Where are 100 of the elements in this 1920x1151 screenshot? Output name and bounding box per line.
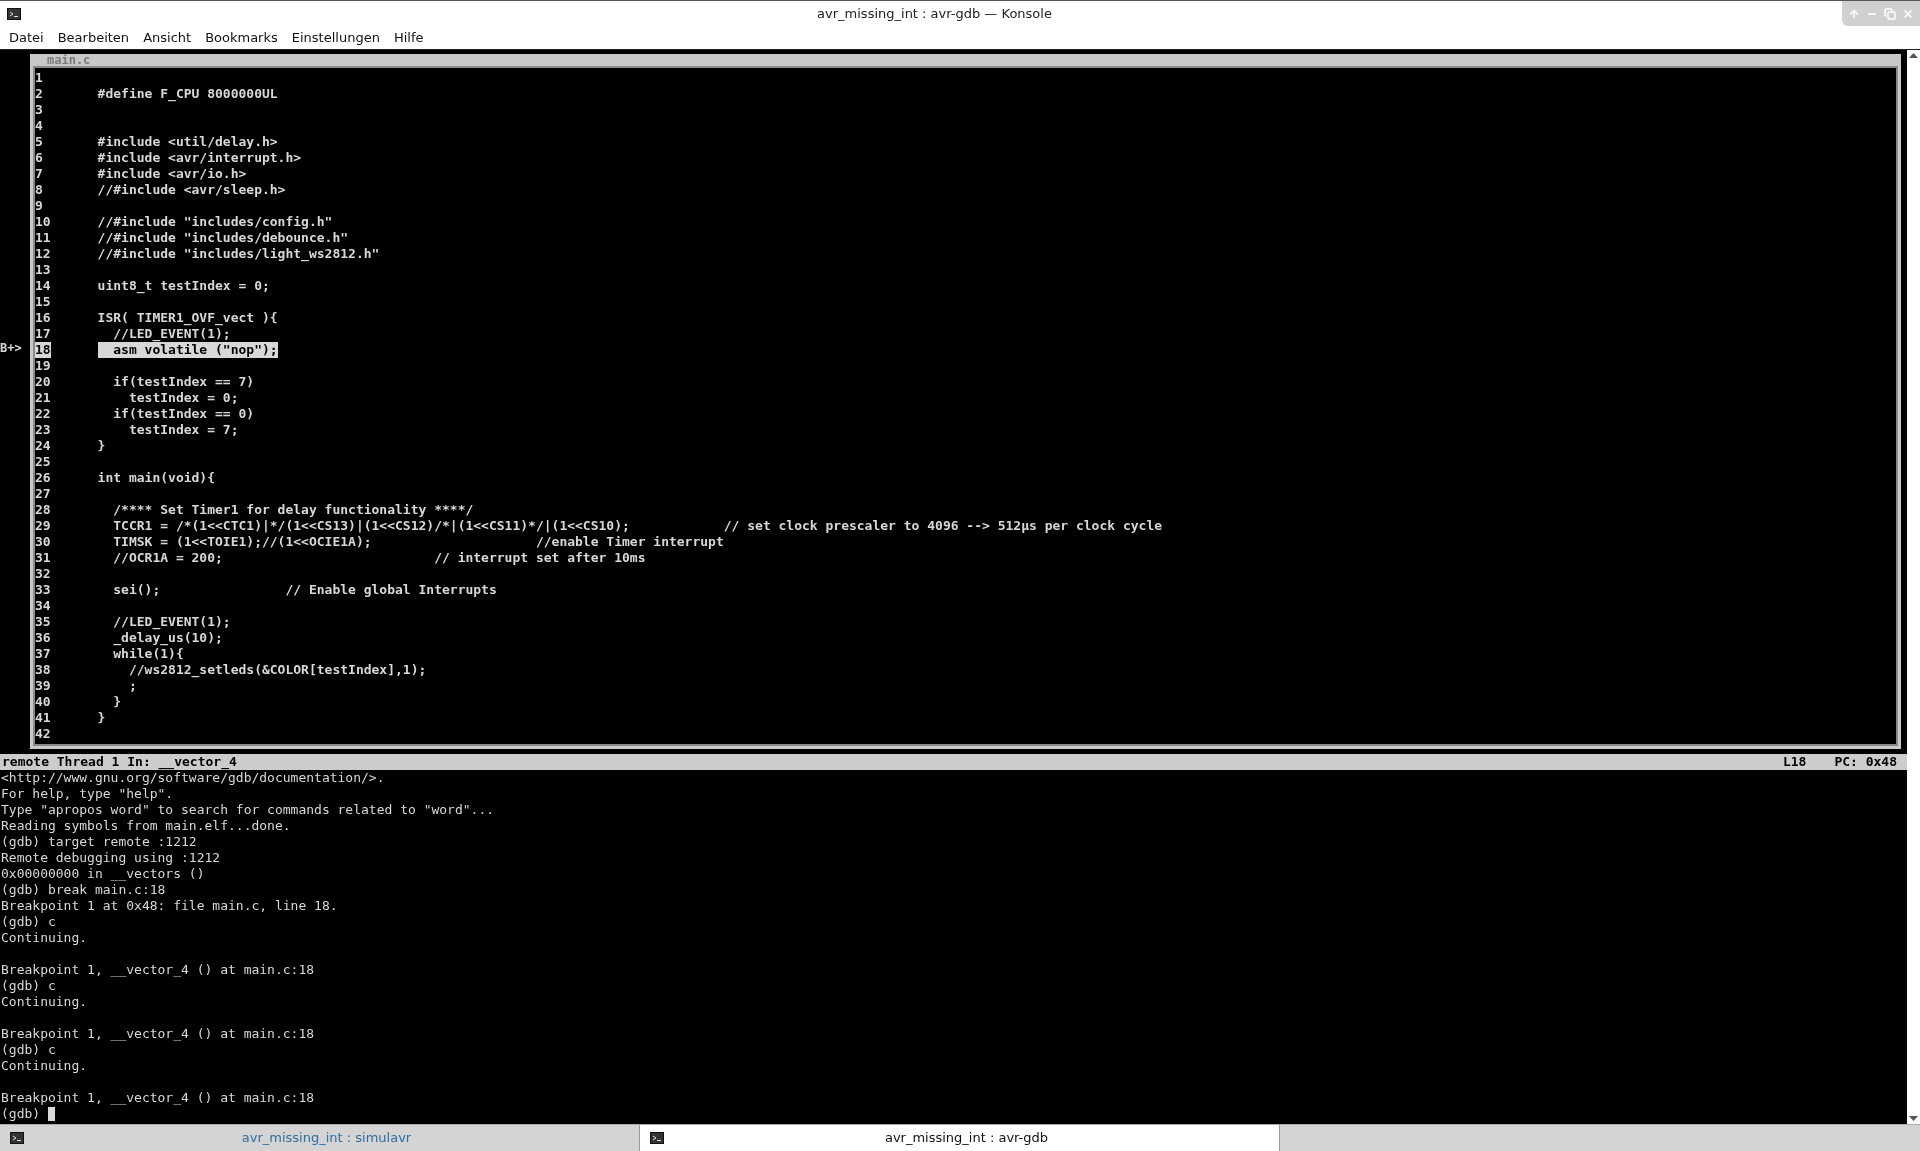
console-line: (gdb) target remote :1212 bbox=[1, 834, 197, 850]
line-number: 16 bbox=[35, 310, 51, 326]
text-cursor bbox=[47, 1107, 55, 1121]
line-number: 8 bbox=[35, 182, 43, 198]
code-line: #include <avr/io.h> bbox=[97, 166, 247, 182]
code-line: uint8_t testIndex = 0; bbox=[97, 278, 270, 294]
terminal-icon bbox=[6, 8, 21, 20]
code-line: #define F_CPU 8000000UL bbox=[97, 86, 278, 102]
source-file-title: main.c bbox=[45, 54, 93, 66]
line-number: 31 bbox=[35, 550, 51, 566]
restore-icon[interactable] bbox=[1884, 7, 1896, 20]
line-number: 4 bbox=[35, 118, 43, 134]
code-line: #include <avr/interrupt.h> bbox=[97, 150, 302, 166]
line-number: 40 bbox=[35, 694, 51, 710]
menu-item[interactable]: Datei bbox=[9, 28, 44, 48]
code-line: //OCR1A = 200; // interrupt set after 10ms bbox=[112, 550, 646, 566]
code-line: sei(); // Enable global Interrupts bbox=[112, 582, 497, 598]
code-line: //#include "includes/debounce.h" bbox=[97, 230, 349, 246]
console-line: (gdb) break main.c:18 bbox=[1, 882, 166, 898]
close-icon[interactable] bbox=[1902, 7, 1914, 20]
line-number: 18 bbox=[35, 342, 51, 358]
console-line: (gdb) c bbox=[1, 1042, 56, 1058]
line-number: 25 bbox=[35, 454, 51, 470]
line-number: 14 bbox=[35, 278, 51, 294]
console-line: Continuing. bbox=[1, 930, 88, 946]
scroll-up-icon[interactable] bbox=[1909, 53, 1918, 58]
line-number: 21 bbox=[35, 390, 51, 406]
line-number: 2 bbox=[35, 86, 43, 102]
console-line: <http://www.gnu.org/software/gdb/documentation/>. bbox=[1, 770, 385, 786]
line-number: 7 bbox=[35, 166, 43, 182]
scrollbar[interactable] bbox=[1907, 50, 1920, 1124]
line-number: 9 bbox=[35, 198, 43, 214]
console-line: Breakpoint 1, __vector_4 () at main.c:18 bbox=[1, 962, 315, 978]
code-line: if(testIndex == 7) bbox=[112, 374, 255, 390]
line-number: 20 bbox=[35, 374, 51, 390]
line-number: 32 bbox=[35, 566, 51, 582]
line-number: 10 bbox=[35, 214, 51, 230]
console-line: (gdb) c bbox=[1, 914, 56, 930]
line-number: 42 bbox=[35, 726, 51, 742]
status-location: remote Thread 1 In: __vector_4 bbox=[2, 754, 237, 770]
line-number: 33 bbox=[35, 582, 51, 598]
line-number: 15 bbox=[35, 294, 51, 310]
line-number: 5 bbox=[35, 134, 43, 150]
console-line: Breakpoint 1 at 0x48: file main.c, line 18. bbox=[1, 898, 338, 914]
code-line: testIndex = 0; bbox=[127, 390, 239, 406]
window-title: avr_missing_int : avr-gdb — Konsole bbox=[816, 5, 1053, 24]
line-number: 13 bbox=[35, 262, 51, 278]
line-number: 37 bbox=[35, 646, 51, 662]
code-line: ISR( TIMER1_OVF_vect ){ bbox=[97, 310, 278, 326]
line-number: 3 bbox=[35, 102, 43, 118]
line-number: 39 bbox=[35, 678, 51, 694]
line-number: 6 bbox=[35, 150, 43, 166]
code-line: } bbox=[112, 694, 122, 710]
line-number: 35 bbox=[35, 614, 51, 630]
console-line: 0x00000000 in __vectors () bbox=[1, 866, 205, 882]
menu-item[interactable]: Bearbeiten bbox=[57, 28, 130, 48]
keep-above-icon[interactable] bbox=[1848, 7, 1860, 20]
line-number: 41 bbox=[35, 710, 51, 726]
line-number: 19 bbox=[35, 358, 51, 374]
code-line: TCCR1 = /*(1<<CTC1)|*/(1<<CS13)|(1<<CS12)/*|(1<<CS11)*/|(1<<CS10); // set clock prescaler to 4096 --> 512µs per clock cycle bbox=[112, 518, 1163, 534]
console-line: Breakpoint 1, __vector_4 () at main.c:18 bbox=[1, 1026, 315, 1042]
console-line: Reading symbols from main.elf...done. bbox=[1, 818, 291, 834]
code-line: //LED_EVENT(1); bbox=[112, 614, 231, 630]
line-number: 17 bbox=[35, 326, 51, 342]
console-line: For help, type "help". bbox=[1, 786, 174, 802]
code-line: int main(void){ bbox=[97, 470, 215, 486]
terminal-icon bbox=[10, 1132, 24, 1144]
console-line: Remote debugging using :1212 bbox=[1, 850, 221, 866]
line-number: 11 bbox=[35, 230, 51, 246]
console-line: Continuing. bbox=[1, 1058, 88, 1074]
code-line: if(testIndex == 0) bbox=[112, 406, 255, 422]
breakpoint-marker: B+> bbox=[0, 341, 22, 355]
code-line: TIMSK = (1<<TOIE1);//(1<<OCIE1A); //enable Timer interrupt bbox=[112, 534, 724, 550]
line-number: 26 bbox=[35, 470, 51, 486]
terminal-icon bbox=[650, 1132, 664, 1144]
code-line: /**** Set Timer1 for delay functionality ****/ bbox=[112, 502, 474, 518]
code-line: //LED_EVENT(1); bbox=[112, 326, 231, 342]
menu-item[interactable]: Hilfe bbox=[393, 28, 424, 48]
line-number: 36 bbox=[35, 630, 51, 646]
terminal-tab[interactable]: avr_missing_int : avr-gdb bbox=[640, 1125, 1280, 1151]
code-line: testIndex = 7; bbox=[127, 422, 239, 438]
code-line: } bbox=[97, 438, 106, 454]
line-number: 38 bbox=[35, 662, 51, 678]
menu-item[interactable]: Einstellungen bbox=[291, 28, 380, 48]
menu-item[interactable]: Ansicht bbox=[143, 28, 192, 48]
code-line: //#include "includes/light_ws2812.h" bbox=[97, 246, 380, 262]
code-line: _delay_us(10); bbox=[112, 630, 223, 646]
line-number: 22 bbox=[35, 406, 51, 422]
line-number: 30 bbox=[35, 534, 51, 550]
scroll-down-icon[interactable] bbox=[1909, 1116, 1918, 1121]
menu-item[interactable]: Bookmarks bbox=[205, 28, 278, 48]
console-line: Type "apropos word" to search for commands related to "word"... bbox=[1, 802, 495, 818]
status-line-number: L18 bbox=[1782, 754, 1807, 770]
line-number: 12 bbox=[35, 246, 51, 262]
code-line: ; bbox=[127, 678, 137, 694]
line-number: 34 bbox=[35, 598, 51, 614]
line-number: 28 bbox=[35, 502, 51, 518]
line-number: 1 bbox=[35, 70, 43, 86]
console-line: (gdb) c bbox=[1, 978, 56, 994]
code-line: } bbox=[97, 710, 106, 726]
